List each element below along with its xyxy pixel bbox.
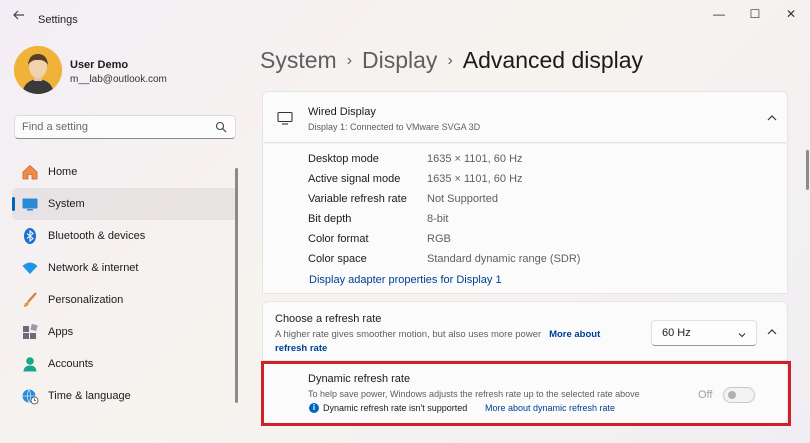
refresh-rate-select[interactable]: 60 Hz <box>651 320 757 346</box>
minimize-button[interactable]: — <box>708 6 730 22</box>
sidebar-item-label: System <box>48 198 85 210</box>
wired-display-card[interactable]: Wired Display Display 1: Connected to VM… <box>262 91 788 143</box>
property-label: Bit depth <box>308 213 352 225</box>
refresh-rate-description: A higher rate gives smoother motion, but… <box>275 328 625 356</box>
breadcrumb-separator: › <box>346 52 353 69</box>
breadcrumb: System › Display › Advanced display <box>260 47 643 74</box>
wifi-icon <box>21 259 39 277</box>
refresh-rate-card: Choose a refresh rate A higher rate give… <box>262 301 788 361</box>
sidebar-nav: Home System Bluetooth & devices Network … <box>12 156 238 412</box>
breadcrumb-separator: › <box>447 52 453 69</box>
apps-icon <box>21 323 39 341</box>
sidebar-item-bluetooth[interactable]: Bluetooth & devices <box>12 220 238 252</box>
chevron-up-icon[interactable] <box>765 325 779 339</box>
user-name: User Demo <box>70 59 129 71</box>
sidebar-item-label: Home <box>48 166 78 178</box>
sidebar-item-label: Network & internet <box>48 262 139 274</box>
highlight-box <box>261 361 791 426</box>
monitor-icon <box>277 111 293 125</box>
chevron-up-icon[interactable] <box>765 111 779 125</box>
avatar[interactable] <box>14 46 62 94</box>
sidebar-item-label: Bluetooth & devices <box>48 230 146 242</box>
refresh-rate-desc-text: A higher rate gives smoother motion, but… <box>275 329 542 340</box>
brush-icon <box>21 291 39 309</box>
display-adapter-properties-link[interactable]: Display adapter properties for Display 1 <box>309 274 502 286</box>
sidebar-item-apps[interactable]: Apps <box>12 316 238 348</box>
app-title: Settings <box>38 14 78 26</box>
search-box[interactable]: Find a setting <box>14 115 236 139</box>
search-input[interactable]: Find a setting <box>22 121 88 133</box>
property-value: 1635 × 1101, 60 Hz <box>427 153 523 165</box>
refresh-rate-value: 60 Hz <box>662 327 691 339</box>
accounts-icon <box>21 355 39 373</box>
sidebar-item-label: Personalization <box>48 294 124 306</box>
property-label: Desktop mode <box>308 153 379 165</box>
sidebar-item-label: Time & language <box>48 390 131 402</box>
globe-clock-icon <box>21 387 39 405</box>
sidebar-item-network[interactable]: Network & internet <box>12 252 238 284</box>
user-email: m__lab@outlook.com <box>70 74 167 85</box>
property-value: RGB <box>427 233 451 245</box>
chevron-down-icon <box>737 329 747 339</box>
property-label: Active signal mode <box>308 173 401 185</box>
breadcrumb-display[interactable]: Display <box>362 47 437 73</box>
display-info-panel: Desktop mode 1635 × 1101, 60 Hz Active s… <box>262 144 788 294</box>
property-value: 1635 × 1101, 60 Hz <box>427 173 523 185</box>
home-icon <box>21 163 39 181</box>
property-label: Color space <box>308 253 367 265</box>
content-scrollbar[interactable] <box>806 150 809 190</box>
search-icon[interactable] <box>215 121 227 133</box>
sidebar-item-system[interactable]: System <box>12 188 238 220</box>
sidebar-item-home[interactable]: Home <box>12 156 238 188</box>
back-arrow-icon[interactable] <box>10 8 28 24</box>
property-label: Variable refresh rate <box>308 193 407 205</box>
property-label: Color format <box>308 233 369 245</box>
refresh-rate-title: Choose a refresh rate <box>275 313 382 325</box>
breadcrumb-system[interactable]: System <box>260 47 337 73</box>
sidebar-item-personalization[interactable]: Personalization <box>12 284 238 316</box>
wired-display-title: Wired Display <box>308 106 376 118</box>
sidebar-item-time-language[interactable]: Time & language <box>12 380 238 412</box>
sidebar-item-label: Apps <box>48 326 74 338</box>
wired-display-subtitle: Display 1: Connected to VMware SVGA 3D <box>308 122 481 132</box>
property-value: 8-bit <box>427 213 449 225</box>
page-title: Advanced display <box>462 47 644 73</box>
sidebar-item-label: Accounts <box>48 358 94 370</box>
property-value: Standard dynamic range (SDR) <box>427 253 581 265</box>
property-value: Not Supported <box>427 193 498 205</box>
bluetooth-icon <box>21 227 39 245</box>
close-button[interactable]: ✕ <box>780 6 802 22</box>
sidebar-scrollbar[interactable] <box>235 168 238 403</box>
maximize-button[interactable]: ☐ <box>744 6 766 22</box>
system-icon <box>21 195 39 213</box>
sidebar-item-accounts[interactable]: Accounts <box>12 348 238 380</box>
title-bar: Settings — ☐ ✕ <box>0 0 810 32</box>
